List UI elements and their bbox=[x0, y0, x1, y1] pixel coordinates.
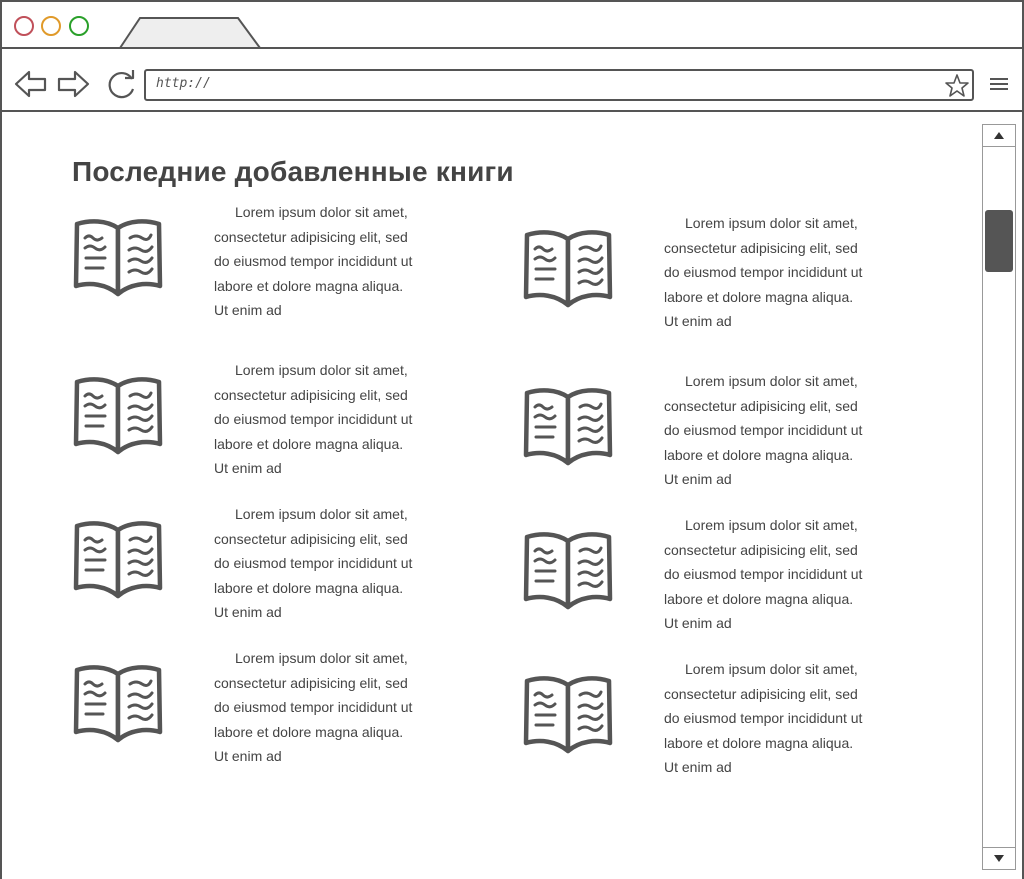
book-item[interactable]: Lorem ipsum dolor sit amet, consectetur … bbox=[522, 211, 902, 341]
scroll-down-button[interactable] bbox=[983, 847, 1015, 869]
book-description: Lorem ipsum dolor sit amet, consectetur … bbox=[214, 650, 413, 764]
open-book-icon bbox=[522, 527, 614, 615]
address-bar[interactable]: http:// bbox=[144, 69, 974, 101]
vertical-scrollbar[interactable] bbox=[982, 124, 1016, 870]
open-book-icon bbox=[72, 516, 164, 604]
book-description: Lorem ipsum dolor sit amet, consectetur … bbox=[214, 204, 413, 318]
page-content: Последние добавленные книги Lorem ipsum … bbox=[2, 112, 982, 879]
book-item[interactable]: Lorem ipsum dolor sit amet, consectetur … bbox=[72, 646, 452, 776]
hamburger-menu-icon[interactable] bbox=[990, 77, 1008, 91]
open-book-icon bbox=[522, 383, 614, 471]
open-book-icon bbox=[522, 671, 614, 759]
book-description: Lorem ipsum dolor sit amet, consectetur … bbox=[664, 661, 863, 775]
navigation-bar: http:// bbox=[2, 49, 1024, 111]
open-book-icon bbox=[522, 225, 614, 313]
open-book-icon bbox=[72, 372, 164, 460]
book-item[interactable]: Lorem ipsum dolor sit amet, consectetur … bbox=[522, 369, 902, 499]
book-item[interactable]: Lorem ipsum dolor sit amet, consectetur … bbox=[72, 358, 452, 488]
minimize-window-button[interactable] bbox=[41, 16, 61, 36]
back-arrow-icon[interactable] bbox=[14, 69, 48, 99]
scroll-up-button[interactable] bbox=[983, 125, 1015, 147]
book-item[interactable]: Lorem ipsum dolor sit amet, consectetur … bbox=[522, 513, 902, 643]
book-item[interactable]: Lorem ipsum dolor sit amet, consectetur … bbox=[72, 502, 452, 632]
open-book-icon bbox=[72, 660, 164, 748]
book-item[interactable]: Lorem ipsum dolor sit amet, consectetur … bbox=[522, 657, 902, 787]
forward-arrow-icon[interactable] bbox=[56, 69, 90, 99]
title-bar bbox=[2, 2, 1024, 49]
browser-tab[interactable] bbox=[118, 16, 262, 48]
browser-window: http:// Последние добавленные книги Lore… bbox=[0, 0, 1024, 879]
reload-icon[interactable] bbox=[105, 68, 139, 102]
book-description: Lorem ipsum dolor sit amet, consectetur … bbox=[664, 517, 863, 631]
scroll-thumb[interactable] bbox=[985, 210, 1013, 272]
book-item[interactable]: Lorem ipsum dolor sit amet, consectetur … bbox=[72, 200, 452, 330]
book-description: Lorem ipsum dolor sit amet, consectetur … bbox=[664, 373, 863, 487]
open-book-icon bbox=[72, 214, 164, 302]
book-description: Lorem ipsum dolor sit amet, consectetur … bbox=[664, 215, 863, 329]
page-title: Последние добавленные книги bbox=[72, 156, 514, 187]
url-text[interactable]: http:// bbox=[156, 76, 211, 91]
arrow-up-icon bbox=[994, 132, 1004, 139]
book-description: Lorem ipsum dolor sit amet, consectetur … bbox=[214, 362, 413, 476]
close-window-button[interactable] bbox=[14, 16, 34, 36]
star-icon[interactable] bbox=[944, 73, 970, 103]
maximize-window-button[interactable] bbox=[69, 16, 89, 36]
book-description: Lorem ipsum dolor sit amet, consectetur … bbox=[214, 506, 413, 620]
arrow-down-icon bbox=[994, 855, 1004, 862]
